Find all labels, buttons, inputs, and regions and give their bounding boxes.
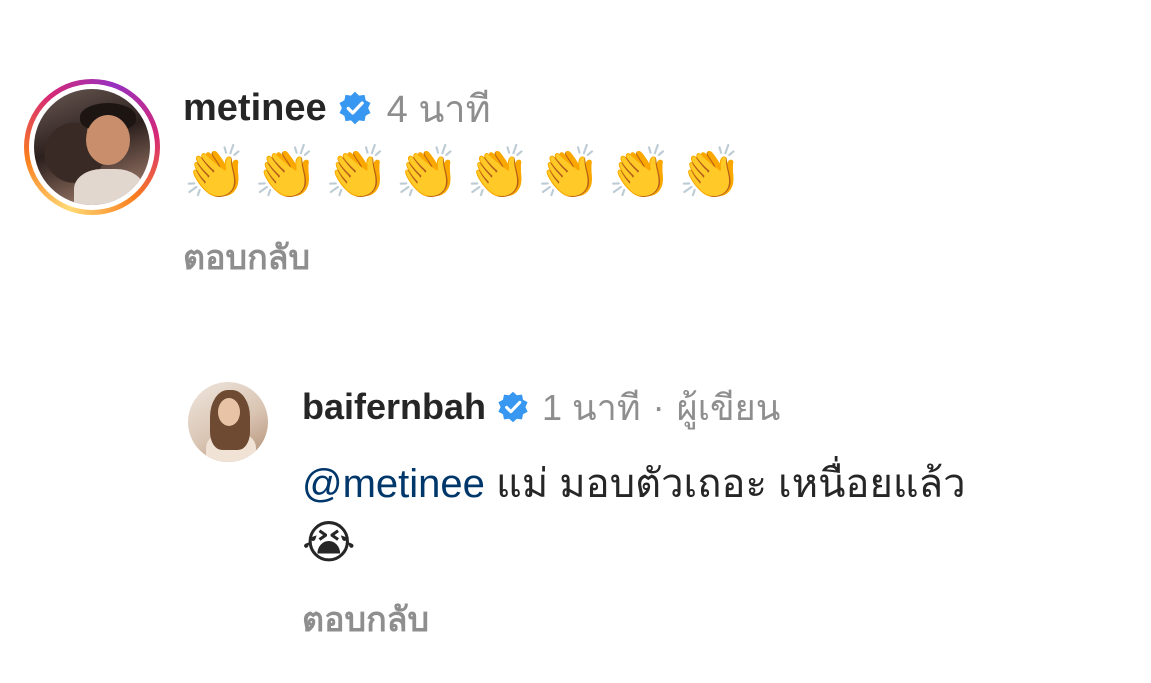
reply-text-line2: 😭 — [302, 515, 356, 569]
author-tag: ผู้เขียน — [676, 386, 781, 428]
reply-header: baifernbah 1 นาที · ผู้เขียน — [302, 384, 780, 430]
reply-text-content: แม่ มอบตัวเถอะ เหนื่อยแล้ว — [496, 462, 966, 506]
avatar-baifernbah[interactable] — [188, 382, 268, 462]
comment-time: 4 นาที — [386, 88, 491, 131]
avatar-face — [218, 398, 240, 426]
meta-separator: · — [652, 386, 665, 427]
comment-text: 👏👏👏👏👏👏👏👏 — [183, 143, 749, 203]
avatar-story-ring[interactable] — [24, 79, 160, 215]
avatar-shirt — [74, 169, 144, 205]
reply-button[interactable]: ตอบกลับ — [302, 598, 429, 642]
verified-badge-icon — [496, 390, 530, 424]
mention-link[interactable]: @metinee — [302, 462, 485, 506]
reply-text: @metinee แม่ มอบตัวเถอะ เหนื่อยแล้ว — [302, 458, 966, 510]
comment-header: metinee 4 นาที — [183, 84, 491, 132]
avatar-ring-gap — [29, 84, 155, 210]
reply-time: 1 นาที — [542, 386, 641, 428]
avatar-face — [86, 115, 130, 165]
username[interactable]: metinee — [183, 87, 327, 130]
username[interactable]: baifernbah — [302, 386, 486, 428]
avatar-metinee[interactable] — [34, 89, 150, 205]
reply-button[interactable]: ตอบกลับ — [183, 236, 310, 280]
verified-badge-icon — [337, 90, 373, 126]
